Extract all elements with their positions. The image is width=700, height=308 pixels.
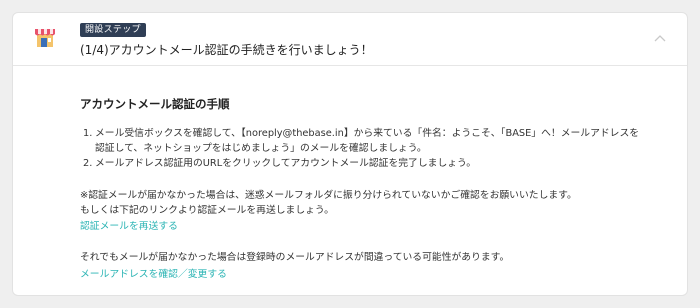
list-item: 1. メール受信ボックスを確認して、【noreply@thebase.in】から… [83,126,643,156]
shop-icon [33,25,57,49]
step-title: (1/4)アカウントメール認証の手続きを行いましょう！ [80,43,373,57]
chevron-up-icon[interactable] [653,31,667,45]
spam-note: ※認証メールが届かなかった場合は、迷惑メールフォルダに振り分けられていないかご確… [80,188,670,218]
note-line: ※認証メールが届かなかった場合は、迷惑メールフォルダに振り分けられていないかご確… [80,190,577,201]
step-header[interactable]: 開設ステップ (1/4)アカウントメール認証の手続きを行いましょう！ [13,13,687,66]
step-text-line: メールアドレス認証用のURLをクリックしてアカウントメール認証を完了しましょう。 [95,158,477,169]
wrong-email-note: それでもメールが届かなかった場合は登録時のメールアドレスが間違っている可能性があ… [80,252,510,263]
resend-email-link[interactable]: 認証メールを再送する [80,218,178,232]
step-card: 開設ステップ (1/4)アカウントメール認証の手続きを行いましょう！ アカウント… [12,12,688,296]
note-line: もしくは下記のリンクより認証メールを再送しましょう。 [80,205,334,216]
list-item: 2. メールアドレス認証用のURLをクリックしてアカウントメール認証を完了しまし… [83,156,643,171]
step-number: 1. [83,128,93,139]
step-text-line: 認証して、ネットショップをはじめましょう」のメールを確認しましょう。 [95,143,427,154]
change-email-link[interactable]: メールアドレスを確認／変更する [80,266,227,280]
step-badge: 開設ステップ [80,23,146,37]
steps-list: 1. メール受信ボックスを確認して、【noreply@thebase.in】から… [83,126,643,171]
step-text-line: メール受信ボックスを確認して、【noreply@thebase.in】から来てい… [95,128,640,139]
step-number: 2. [83,158,93,169]
section-title: アカウントメール認証の手順 [80,97,230,111]
